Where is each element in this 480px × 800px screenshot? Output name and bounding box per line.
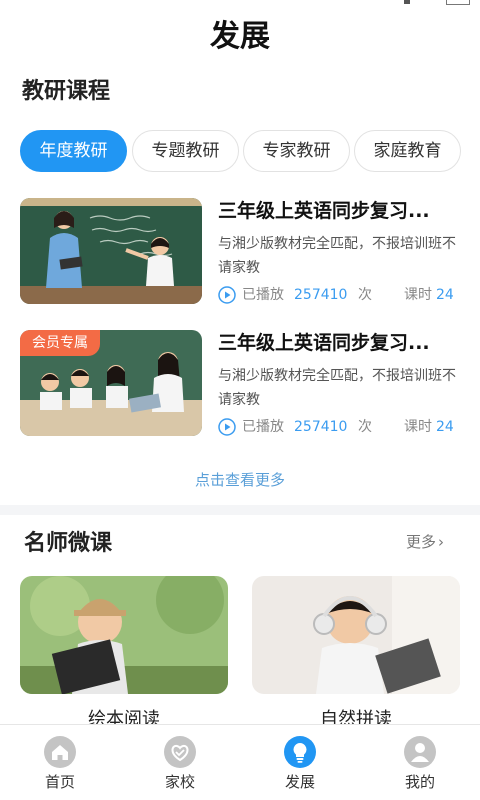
play-circle-icon: [218, 418, 236, 436]
course-card[interactable]: 会员专属 三年级上英语同步复习... 与湘少版教材完全匹配，不报培训班不请家教 …: [20, 330, 460, 440]
home-school-icon: [164, 736, 196, 768]
tab-family-education[interactable]: 家庭教育: [354, 130, 461, 172]
course-title: 三年级上英语同步复习...: [218, 332, 430, 354]
status-bar: [0, 0, 480, 8]
course-description: 与湘少版教材完全匹配，不报培训班不请家教: [218, 368, 456, 408]
more-button[interactable]: 更多 ›: [406, 530, 444, 554]
nav-label: 首页: [44, 773, 75, 791]
more-label: 更多: [406, 533, 437, 551]
page-title: 发展: [210, 19, 270, 54]
course-card[interactable]: 三年级上英语同步复习... 与湘少版教材完全匹配，不报培训班不请家教 已播放 2…: [20, 198, 460, 308]
battery-icon: [446, 0, 470, 5]
tab-annual-research[interactable]: 年度教研: [20, 130, 127, 172]
nav-item-home-school[interactable]: 家校: [120, 725, 240, 800]
course-description: 与湘少版教材完全匹配，不报培训班不请家教: [218, 236, 456, 276]
played-unit: 次: [358, 287, 372, 303]
nav-label: 我的: [404, 773, 435, 791]
teachers-section-title: 名师微课: [24, 531, 113, 556]
nav-label: 发展: [284, 773, 315, 791]
video-label: 自然拼读: [320, 709, 392, 724]
lesson-count: 24: [436, 287, 454, 303]
played-unit: 次: [358, 419, 372, 435]
play-circle-icon: [218, 286, 236, 304]
course-title: 三年级上英语同步复习...: [218, 200, 430, 222]
played-count: 257410: [294, 287, 348, 303]
video-card-phonics[interactable]: [252, 576, 460, 694]
nav-item-home[interactable]: 首页: [0, 725, 120, 800]
tab-expert-research[interactable]: 专家教研: [243, 130, 350, 172]
video-label: 绘本阅读: [88, 709, 160, 724]
lightbulb-icon: [284, 736, 316, 768]
view-more-link[interactable]: 点击查看更多: [0, 468, 480, 492]
member-only-badge: 会员专属: [20, 330, 100, 356]
research-tabs: 年度教研 专题教研 专家教研 家庭教育: [20, 130, 472, 172]
research-section-title: 教研课程: [22, 79, 111, 104]
user-icon: [404, 736, 436, 768]
lesson-count: 24: [436, 419, 454, 435]
bottom-navigation: 首页 家校 发展 我的: [0, 724, 480, 800]
course-thumbnail: [20, 198, 202, 304]
nav-label: 家校: [164, 773, 195, 791]
chevron-right-icon: ›: [438, 533, 445, 551]
played-count: 257410: [294, 419, 348, 435]
home-icon: [44, 736, 76, 768]
played-label: 已播放: [242, 287, 284, 303]
course-meta: 已播放 257410 次 课时 24: [218, 284, 458, 306]
lesson-label: 课时: [404, 419, 432, 435]
lesson-label: 课时: [404, 287, 432, 303]
course-meta: 已播放 257410 次 课时 24: [218, 416, 458, 438]
nav-item-mine[interactable]: 我的: [360, 725, 480, 800]
signal-icon: [404, 0, 410, 4]
tab-topic-research[interactable]: 专题教研: [132, 130, 239, 172]
section-divider: [0, 505, 480, 515]
nav-item-development[interactable]: 发展: [240, 725, 360, 800]
played-label: 已播放: [242, 419, 284, 435]
video-card-picture-book[interactable]: [20, 576, 228, 694]
